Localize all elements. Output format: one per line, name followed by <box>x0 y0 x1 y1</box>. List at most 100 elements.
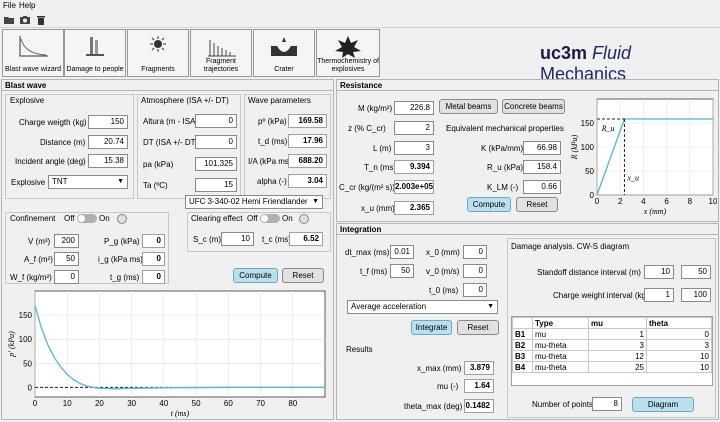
alpha-label: alpha (-) <box>257 177 287 186</box>
cell-mu[interactable]: 12 <box>588 350 647 362</box>
scheme-select[interactable]: Average acceleration ▼ <box>347 300 498 314</box>
row-id: B4 <box>512 361 533 373</box>
resistance-compute-button[interactable]: Compute <box>467 197 511 212</box>
charge-max-input[interactable]: 100 <box>681 288 711 302</box>
x-axis-label: t (ms) <box>171 409 190 418</box>
cell-mu[interactable]: 1 <box>588 328 647 340</box>
alt-label: Altura (m - ISA) <box>143 117 199 126</box>
x-tick-label: 30 <box>127 399 136 408</box>
points-label: Number of points <box>532 400 593 409</box>
tg-label: t_g (ms) <box>110 273 140 282</box>
cell-theta[interactable]: 10 <box>646 361 712 373</box>
tab-fragment-trajectories[interactable]: Fragment trajectories <box>190 29 252 77</box>
y-tick-label: 0 <box>28 383 33 392</box>
standoff-max-input[interactable]: 50 <box>681 265 711 279</box>
tc-label: t_c (ms) <box>262 235 291 244</box>
af-label: A_f (m²) <box>24 255 53 264</box>
explosive-select[interactable]: TNT ▼ <box>48 175 128 189</box>
blast-wave-icon <box>19 36 48 57</box>
altitude-input[interactable]: 0 <box>195 114 237 128</box>
integrate-button[interactable]: Integrate <box>411 320 452 335</box>
tab-damage-to-people[interactable]: Damage to people <box>64 29 126 77</box>
wf-input[interactable]: 0 <box>54 270 79 284</box>
group-title: Wave parameters <box>248 96 311 105</box>
cell-type[interactable]: mu-theta <box>532 361 589 373</box>
concrete-beams-button[interactable]: Concrete beams <box>502 99 565 114</box>
ccr-output: 2.003e+05 <box>394 180 434 194</box>
confinement-lamp <box>117 214 127 224</box>
resistance-reset-button[interactable]: Reset <box>516 197 558 212</box>
open-folder-icon[interactable] <box>3 14 15 26</box>
compute-button[interactable]: Compute <box>233 268 278 283</box>
ru-input[interactable]: 158.4 <box>523 160 561 174</box>
cell-mu[interactable]: 3 <box>588 339 647 351</box>
tab-thermochemistry[interactable]: Thermochemistry of explosives <box>316 29 380 77</box>
angle-input[interactable]: 15.38 <box>88 154 128 168</box>
cell-type[interactable]: mu <box>532 328 589 340</box>
k-input[interactable]: 66.98 <box>523 141 561 155</box>
v-input[interactable]: 200 <box>54 234 79 248</box>
ccr-label: C_cr (kg/(m² s)) <box>339 183 395 192</box>
tab-blast-wave-wizard[interactable]: Blast wave wizard <box>2 29 64 77</box>
points-input[interactable]: 8 <box>592 397 622 411</box>
standoff-min-input[interactable]: 10 <box>644 265 674 279</box>
distance-input[interactable]: 20.74 <box>88 135 128 149</box>
panel-title: Integration <box>340 225 382 234</box>
crater-icon <box>271 37 297 56</box>
menu-file[interactable]: File <box>3 1 16 10</box>
clearing-toggle[interactable] <box>260 214 280 223</box>
confinement-toggle[interactable] <box>77 214 97 223</box>
integration-reset-button[interactable]: Reset <box>457 320 499 335</box>
l-input[interactable]: 3 <box>394 141 434 155</box>
ta-input[interactable]: 15 <box>195 178 237 192</box>
pa-input[interactable]: 101.325 <box>195 157 237 171</box>
cell-theta[interactable]: 10 <box>646 350 712 362</box>
tab-crater[interactable]: Crater <box>253 29 315 77</box>
method-select[interactable]: UFC 3-340-02 Hemi Friendlander ▼ <box>185 195 323 209</box>
k-label: K (kPa/mm) <box>481 144 524 153</box>
z-input[interactable]: 2 <box>394 121 434 135</box>
x-tick-label: 50 <box>192 399 201 408</box>
af-input[interactable]: 50 <box>54 252 79 266</box>
tf-input[interactable]: 50 <box>390 264 414 278</box>
integration-panel: Integration dt_max (ms) 0.01 t_f (ms) 50… <box>336 223 719 420</box>
group-title: Atmosphere (ISA +/- DT) <box>141 96 229 105</box>
camera-icon[interactable] <box>19 14 31 26</box>
charge-interval-label: Charge weight interval (kg) <box>553 291 649 300</box>
x-tick-label: 10 <box>709 197 717 206</box>
charge-input[interactable]: 150 <box>88 115 128 129</box>
cell-theta[interactable]: 0 <box>646 328 712 340</box>
reset-button[interactable]: Reset <box>282 268 324 283</box>
trash-icon[interactable] <box>35 14 47 26</box>
menu-bar: File Help <box>0 0 720 12</box>
x0-input[interactable]: 0 <box>463 245 487 259</box>
table-header <box>512 317 533 329</box>
sc-input[interactable]: 10 <box>221 232 254 246</box>
table-header: mu <box>588 317 647 329</box>
damage-table[interactable]: Type mu theta B1 mu 1 0 B2 mu-theta 3 3 <box>511 316 713 386</box>
charge-min-input[interactable]: 1 <box>644 288 674 302</box>
t0-input[interactable]: 0 <box>463 283 487 297</box>
cell-type[interactable]: mu-theta <box>532 339 589 351</box>
diagram-button[interactable]: Diagram <box>632 397 694 412</box>
cell-mu[interactable]: 25 <box>588 361 647 373</box>
table-row[interactable]: B1 mu 1 0 <box>512 328 712 340</box>
tab-fragments[interactable]: Fragments <box>127 29 189 77</box>
dt-max-input[interactable]: 0.01 <box>390 245 414 259</box>
v0-input[interactable]: 0 <box>463 264 487 278</box>
klm-input[interactable]: 0.66 <box>523 180 561 194</box>
table-row[interactable]: B2 mu-theta 3 3 <box>512 339 712 351</box>
menu-help[interactable]: Help <box>19 1 35 10</box>
m-input[interactable]: 226.8 <box>394 101 434 115</box>
toggle-on-label: On <box>282 214 293 223</box>
xmax-label: x_max (mm) <box>417 364 462 373</box>
dt-input[interactable]: 0 <box>195 135 237 149</box>
cell-type[interactable]: mu-theta <box>532 350 589 362</box>
table-row[interactable]: B4 mu-theta 25 10 <box>512 361 712 373</box>
table-row[interactable]: B3 mu-theta 12 10 <box>512 350 712 362</box>
row-id: B2 <box>512 339 533 351</box>
metal-beams-button[interactable]: Metal beams <box>439 99 498 114</box>
cell-theta[interactable]: 3 <box>646 339 712 351</box>
xu-output: 2.365 <box>394 201 434 215</box>
y-tick-label: 150 <box>581 119 595 128</box>
